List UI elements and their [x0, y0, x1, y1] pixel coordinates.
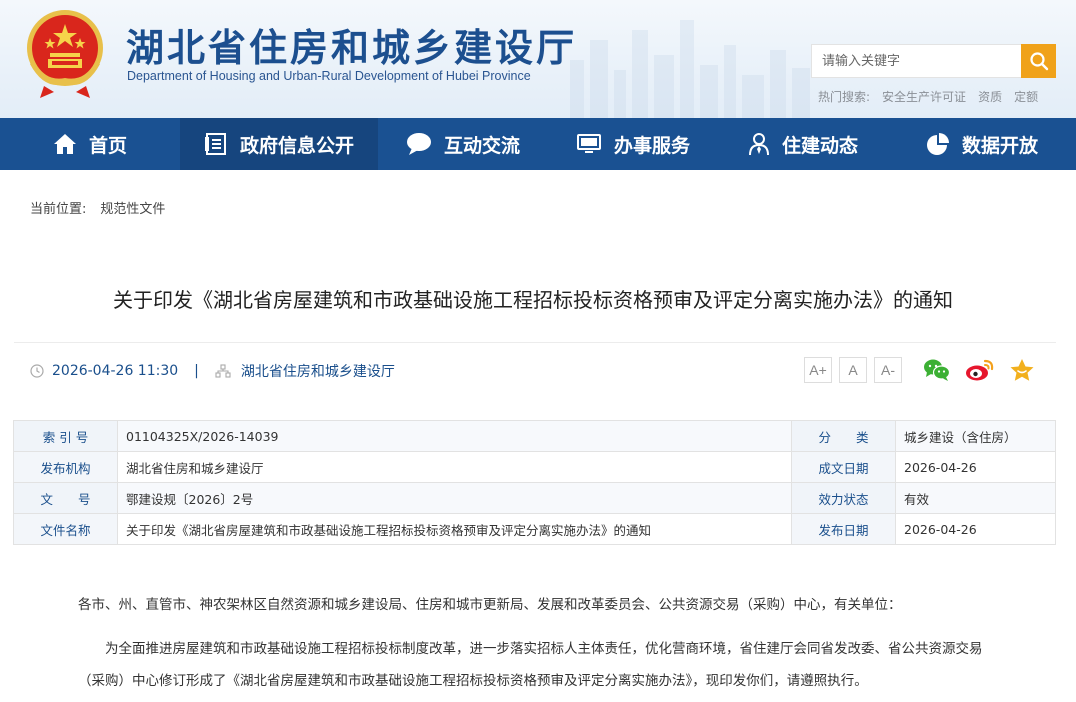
info-key-doc-number: 文 号 — [13, 482, 118, 514]
breadcrumb-current[interactable]: 规范性文件 — [100, 202, 165, 217]
info-key-publisher: 发布机构 — [13, 451, 118, 483]
nav-open-data-label: 数据开放 — [961, 134, 1038, 157]
table-row: 索 引 号 01104325X/2026-14039 分 类 城乡建设（含住房） — [13, 420, 1056, 452]
breadcrumb: 当前位置: 规范性文件 — [30, 198, 165, 217]
info-value-index: 01104325X/2026-14039 — [117, 420, 792, 452]
meta-left: 2026-04-26 11:30 | 湖北省住房和城乡建设厅 — [30, 361, 395, 381]
main-nav: 首页 政府信息公开 互动交流 办事服务 住建动态 数据开放 — [0, 118, 1076, 170]
hot-keyword-quota[interactable]: 定额 — [1014, 88, 1038, 105]
article-source: 湖北省住房和城乡建设厅 — [240, 364, 395, 380]
info-value-written-date: 2026-04-26 — [895, 451, 1056, 483]
nav-home-label: 首页 — [88, 134, 127, 157]
person-icon — [748, 133, 769, 156]
share-wechat-button[interactable] — [923, 358, 951, 382]
clock-icon — [30, 364, 44, 378]
publish-datetime: 2026-04-26 11:30 — [52, 363, 179, 379]
article-meta: 2026-04-26 11:30 | 湖北省住房和城乡建设厅 A+ A A- — [14, 342, 1056, 402]
nav-interaction[interactable]: 互动交流 — [378, 118, 548, 170]
info-key-index: 索 引 号 — [13, 420, 118, 452]
wechat-icon — [924, 359, 951, 381]
search-button[interactable] — [1021, 44, 1056, 78]
hot-search-label: 热门搜索: — [818, 90, 871, 104]
document-list-icon — [204, 133, 226, 155]
search-input[interactable] — [811, 44, 1021, 78]
nav-services[interactable]: 办事服务 — [548, 118, 718, 170]
article-body: 各市、州、直管市、神农架林区自然资源和城乡建设局、住房和城市更新局、发展和改革委… — [78, 593, 998, 697]
info-key-category: 分 类 — [791, 420, 896, 452]
table-row: 文件名称 关于印发《湖北省房屋建筑和市政基础设施工程招标投标资格预审及评定分离实… — [13, 513, 1056, 545]
site-title: 湖北省住房和城乡建设厅 — [126, 25, 578, 70]
breadcrumb-label: 当前位置: — [30, 202, 87, 217]
home-icon — [53, 134, 76, 154]
info-key-file-name: 文件名称 — [13, 513, 118, 545]
skyline-decoration — [570, 20, 810, 118]
nav-news[interactable]: 住建动态 — [718, 118, 888, 170]
nav-news-label: 住建动态 — [781, 134, 858, 157]
nav-interaction-label: 互动交流 — [443, 134, 520, 157]
info-key-written-date: 成文日期 — [791, 451, 896, 483]
font-size-increase-button[interactable]: A+ — [804, 357, 832, 383]
nav-home[interactable]: 首页 — [0, 118, 180, 170]
article-paragraph: 为全面推进房屋建筑和市政基础设施工程招标投标制度改革，进一步落实招标人主体责任，… — [78, 641, 983, 689]
info-value-publisher: 湖北省住房和城乡建设厅 — [117, 451, 792, 483]
favorite-button[interactable] — [1009, 358, 1035, 382]
site-header: 湖北省住房和城乡建设厅 Department of Housing and Ur… — [0, 0, 1076, 118]
share-weibo-button[interactable] — [965, 358, 995, 382]
search-icon — [1029, 52, 1048, 71]
meta-separator: | — [194, 363, 199, 379]
info-key-validity: 效力状态 — [791, 482, 896, 514]
organization-icon — [215, 364, 231, 378]
info-value-file-name: 关于印发《湖北省房屋建筑和市政基础设施工程招标投标资格预审及评定分离实施办法》的… — [117, 513, 792, 545]
nav-services-label: 办事服务 — [613, 134, 690, 157]
chat-bubble-icon — [406, 133, 431, 155]
hot-keyword-safety-license[interactable]: 安全生产许可证 — [882, 88, 966, 105]
article-salutation: 各市、州、直管市、神农架林区自然资源和城乡建设局、住房和城市更新局、发展和改革委… — [78, 597, 902, 613]
weibo-icon — [966, 359, 994, 381]
article-title: 关于印发《湖北省房屋建筑和市政基础设施工程招标投标资格预审及评定分离实施办法》的… — [113, 288, 953, 312]
nav-gov-info[interactable]: 政府信息公开 — [180, 118, 378, 170]
info-value-validity: 有效 — [895, 482, 1056, 514]
hot-search: 热门搜索: 安全生产许可证 资质 定额 — [818, 88, 1038, 105]
info-value-doc-number: 鄂建设规〔2026〕2号 — [117, 482, 792, 514]
site-subtitle-english: Department of Housing and Urban-Rural De… — [127, 69, 531, 83]
nav-gov-info-label: 政府信息公开 — [239, 134, 354, 157]
table-row: 文 号 鄂建设规〔2026〕2号 效力状态 有效 — [13, 482, 1056, 514]
hot-keyword-qualification[interactable]: 资质 — [978, 88, 1002, 105]
info-value-publish-date: 2026-04-26 — [895, 513, 1056, 545]
font-size-default-button[interactable]: A — [839, 357, 867, 383]
info-value-category: 城乡建设（含住房） — [895, 420, 1056, 452]
document-info-table: 索 引 号 01104325X/2026-14039 分 类 城乡建设（含住房）… — [13, 420, 1056, 545]
pie-chart-icon — [926, 133, 949, 155]
monitor-icon — [576, 134, 601, 153]
nav-open-data[interactable]: 数据开放 — [888, 118, 1076, 170]
table-row: 发布机构 湖北省住房和城乡建设厅 成文日期 2026-04-26 — [13, 451, 1056, 483]
national-emblem-logo — [27, 10, 103, 98]
meta-tools: A+ A A- — [804, 357, 1035, 383]
info-key-publish-date: 发布日期 — [791, 513, 896, 545]
star-icon — [1010, 359, 1034, 381]
font-size-decrease-button[interactable]: A- — [874, 357, 902, 383]
